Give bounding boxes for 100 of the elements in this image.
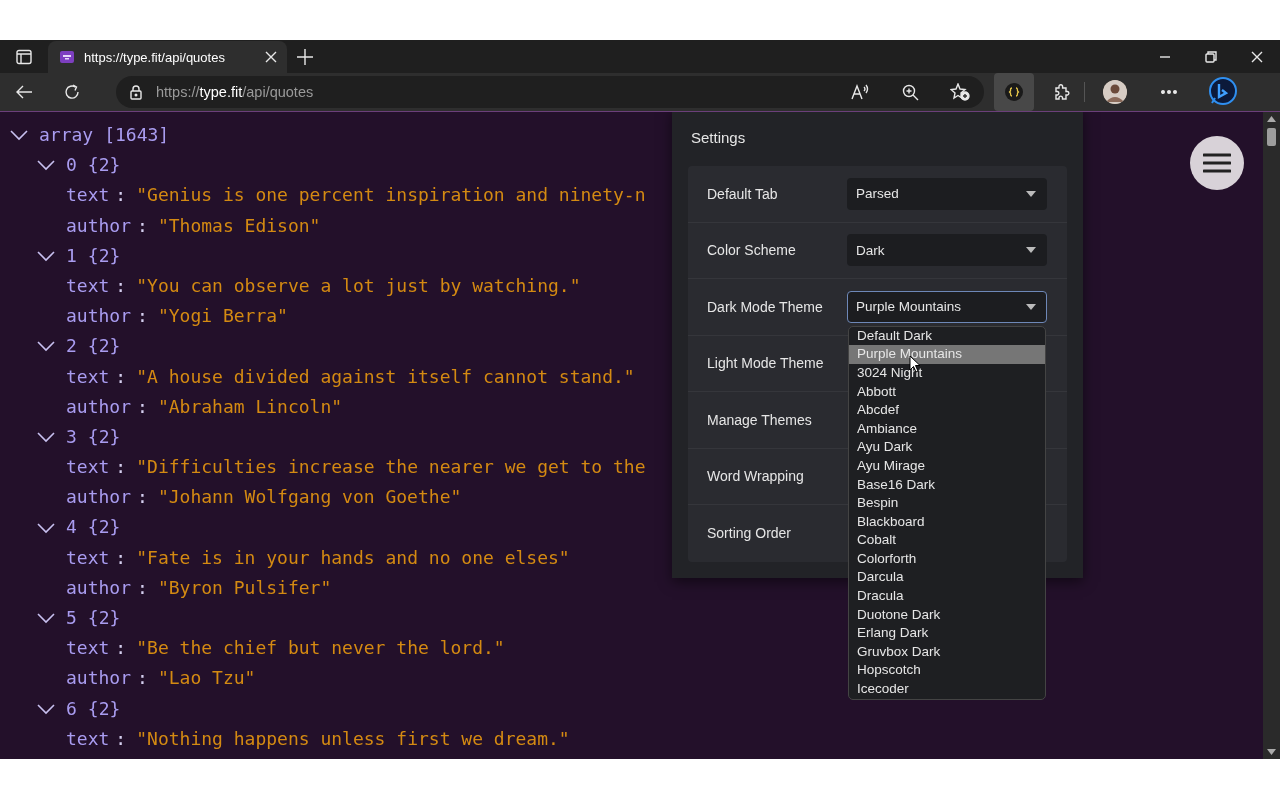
colon: : bbox=[137, 304, 148, 329]
string-value: "Abraham Lincoln" bbox=[157, 394, 343, 419]
dropdown-option[interactable]: Base16 Dark bbox=[849, 475, 1045, 495]
property-key: text bbox=[66, 542, 110, 573]
string-value: "Yogi Berra" bbox=[157, 304, 288, 329]
theme-select[interactable]: Dark bbox=[847, 234, 1047, 267]
colon: : bbox=[137, 394, 148, 419]
node-label: array bbox=[39, 123, 94, 147]
dropdown-option[interactable]: Bespin bbox=[849, 494, 1045, 513]
dropdown-option[interactable]: Erlang Dark bbox=[849, 624, 1045, 643]
dropdown-option[interactable]: Ambiance bbox=[849, 419, 1045, 439]
setting-label: Word Wrapping bbox=[707, 468, 805, 485]
caret-icon bbox=[1026, 247, 1036, 254]
property-key: text bbox=[66, 270, 110, 302]
chevron-icon[interactable] bbox=[37, 249, 55, 262]
dropdown-option[interactable]: Dracula bbox=[849, 587, 1045, 606]
colon: : bbox=[115, 364, 127, 389]
dropdown-option[interactable]: Default Dark bbox=[849, 326, 1045, 346]
item-count: {2} bbox=[87, 696, 121, 721]
assistant-logo-icon[interactable] bbox=[1208, 77, 1238, 107]
node-label: 3 bbox=[66, 424, 77, 449]
dropdown-option[interactable]: Duotone Dark bbox=[849, 605, 1045, 625]
dropdown-option[interactable]: Darcula bbox=[849, 568, 1045, 588]
setting-label: Dark Mode Theme bbox=[707, 298, 824, 315]
favicon-icon bbox=[60, 51, 74, 63]
dropdown-option[interactable]: Icecoder bbox=[849, 680, 1045, 699]
lock-icon bbox=[130, 84, 142, 100]
chevron-icon[interactable] bbox=[37, 159, 55, 172]
braces-icon bbox=[1005, 83, 1023, 101]
dropdown-option[interactable]: Gruvbox Dark bbox=[849, 642, 1045, 662]
dropdown-option[interactable]: Ayu Mirage bbox=[849, 456, 1045, 476]
browser-tab[interactable]: https://type.fit/api/quotes bbox=[48, 41, 287, 73]
colon: : bbox=[115, 455, 127, 480]
colon: : bbox=[115, 636, 127, 661]
colon: : bbox=[115, 726, 127, 751]
string-value: "Thomas Edison" bbox=[157, 213, 321, 238]
dropdown-option[interactable]: Cobalt bbox=[849, 531, 1045, 550]
item-count: {2} bbox=[87, 606, 121, 630]
close-icon[interactable] bbox=[1251, 50, 1263, 63]
dropdown-option[interactable]: Blackboard bbox=[849, 512, 1045, 532]
property-key: text bbox=[66, 723, 110, 754]
item-count: {2} bbox=[87, 334, 121, 359]
property-key: author bbox=[66, 482, 132, 513]
address-bar[interactable]: https://type.fit/api/quotes bbox=[116, 76, 984, 108]
chevron-icon[interactable] bbox=[10, 129, 28, 142]
zoom-icon[interactable] bbox=[901, 83, 919, 101]
chevron-icon[interactable] bbox=[37, 430, 55, 443]
node-label: 1 bbox=[66, 243, 77, 268]
node-label: 5 bbox=[66, 606, 77, 630]
puzzle-icon[interactable] bbox=[1053, 83, 1071, 101]
dropdown-option[interactable]: Ayu Dark bbox=[849, 438, 1045, 457]
string-value: "Fate is in your hands and no one elses" bbox=[136, 545, 570, 570]
property-key: author bbox=[66, 210, 132, 241]
setting-label: Light Mode Theme bbox=[707, 355, 825, 372]
dropdown-option[interactable]: Purple Mountains bbox=[849, 345, 1045, 364]
dropdown-option[interactable]: 3024 Night bbox=[849, 363, 1045, 383]
string-value: "Difficulties increase the nearer we get to the bbox=[136, 455, 646, 480]
node-label: 6 bbox=[66, 696, 77, 721]
string-value: "Byron Pulsifer" bbox=[157, 575, 332, 600]
property-key: text bbox=[66, 361, 110, 392]
scroll-down-icon[interactable] bbox=[1267, 749, 1276, 755]
close-icon[interactable] bbox=[265, 51, 277, 63]
dropdown-option[interactable]: Hopscotch bbox=[849, 661, 1045, 681]
chevron-icon[interactable] bbox=[37, 521, 55, 534]
scrollbar-thumb[interactable] bbox=[1267, 128, 1276, 146]
dropdown-option[interactable]: Colorforth bbox=[849, 549, 1045, 569]
property-key: text bbox=[66, 452, 110, 483]
tab-actions-icon[interactable] bbox=[16, 48, 32, 65]
new-tab-icon[interactable] bbox=[297, 49, 313, 65]
read-aloud-icon[interactable] bbox=[851, 84, 869, 100]
setting-label: Manage Themes bbox=[707, 411, 813, 428]
setting-label: Sorting Order bbox=[707, 525, 793, 542]
colon: : bbox=[115, 183, 127, 208]
menu-button[interactable] bbox=[1190, 136, 1244, 190]
node-label: 0 bbox=[66, 153, 77, 178]
chevron-icon[interactable] bbox=[37, 702, 55, 715]
item-count: {2} bbox=[87, 153, 121, 178]
restore-icon[interactable] bbox=[1205, 50, 1217, 63]
chevron-icon[interactable] bbox=[37, 340, 55, 353]
theme-select[interactable]: Parsed bbox=[847, 177, 1047, 210]
colon: : bbox=[115, 545, 127, 570]
favorites-icon[interactable] bbox=[950, 83, 970, 101]
setting-label: Color Scheme bbox=[707, 242, 797, 259]
scroll-up-icon[interactable] bbox=[1267, 116, 1276, 122]
menu-icon bbox=[1203, 153, 1231, 173]
more-icon[interactable] bbox=[1161, 90, 1177, 94]
property-key: author bbox=[66, 301, 132, 332]
chevron-icon[interactable] bbox=[37, 612, 55, 625]
dropdown-option[interactable]: Abcdef bbox=[849, 401, 1045, 420]
theme-select[interactable]: Purple Mountains bbox=[847, 290, 1047, 323]
scrollbar[interactable] bbox=[1263, 112, 1280, 759]
colon: : bbox=[137, 213, 148, 238]
profile-avatar-icon[interactable] bbox=[1103, 80, 1127, 104]
item-count: [1643] bbox=[104, 123, 170, 147]
string-value: "Nothing happens unless first we dream." bbox=[136, 726, 570, 751]
dropdown-option[interactable]: Abbott bbox=[849, 382, 1045, 402]
setting-label: Default Tab bbox=[707, 185, 779, 202]
back-icon[interactable] bbox=[15, 84, 33, 100]
refresh-icon[interactable] bbox=[63, 83, 81, 101]
caret-icon bbox=[1026, 190, 1036, 197]
